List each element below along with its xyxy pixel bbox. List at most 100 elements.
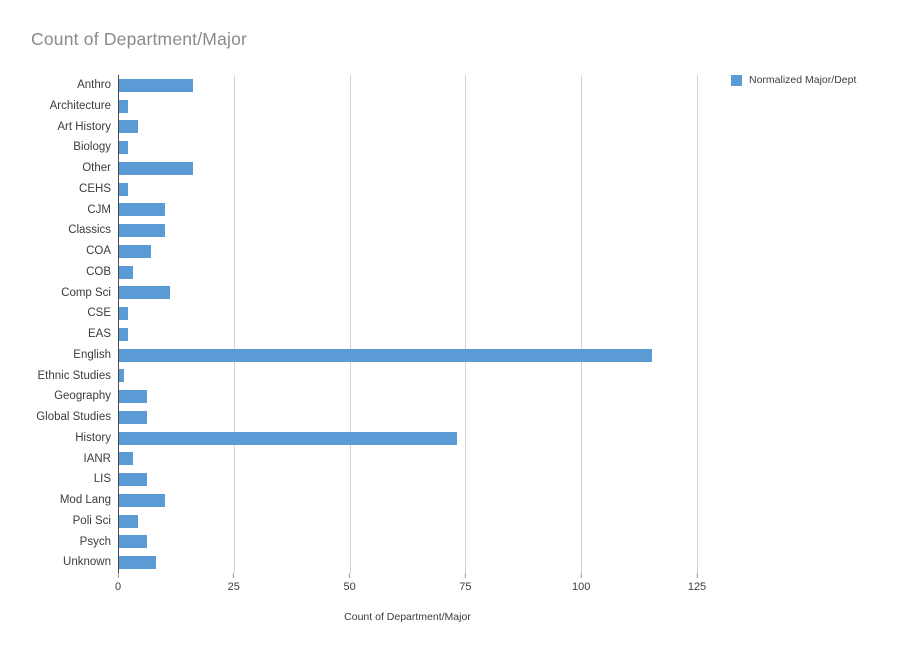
bar-chart-container: Count of Department/Major Normalized Maj… [0, 0, 904, 659]
bar[interactable] [119, 431, 458, 445]
y-axis-line [118, 75, 119, 573]
x-tick-mark [233, 573, 235, 578]
bar[interactable] [119, 473, 147, 487]
x-axis-ticks: 0 25 50 75 100 125 [115, 573, 706, 595]
bar[interactable] [119, 390, 147, 404]
category-label: IANR [83, 452, 111, 465]
bar-row: Comp Sci [61, 283, 697, 304]
bar-row: CJM [87, 200, 697, 221]
bar-row: COB [86, 262, 697, 283]
x-tick: 0 [115, 573, 121, 593]
category-label: Architecture [49, 99, 111, 112]
x-tick-label: 125 [687, 581, 707, 593]
bar-row: COA [86, 241, 697, 262]
x-tick: 50 [343, 573, 356, 593]
category-label: Comp Sci [61, 286, 111, 299]
bar[interactable] [119, 493, 166, 507]
x-tick-mark [117, 573, 119, 578]
category-label: COB [86, 265, 111, 278]
bar[interactable] [119, 535, 147, 549]
x-tick: 125 [688, 573, 706, 593]
category-label: Art History [57, 120, 111, 133]
category-label: CSE [87, 307, 111, 320]
bar[interactable] [119, 452, 133, 466]
bar[interactable] [119, 203, 166, 217]
category-label: LIS [93, 473, 111, 486]
bar[interactable] [119, 348, 652, 362]
bar-row: Global Studies [36, 407, 697, 428]
bar-row: Ethnic Studies [37, 366, 697, 387]
bar[interactable] [119, 265, 133, 279]
bar[interactable] [119, 161, 194, 175]
chart-legend: Normalized Major/Dept [731, 74, 856, 86]
category-label: Other [82, 162, 111, 174]
x-tick: 100 [572, 573, 590, 593]
x-tick: 25 [228, 573, 240, 593]
x-tick-mark [580, 573, 582, 578]
bar-row: CEHS [79, 179, 697, 200]
bar-row: History [75, 428, 697, 449]
category-label: EAS [87, 328, 111, 340]
bar[interactable] [119, 369, 124, 383]
bar[interactable] [119, 514, 138, 528]
legend-swatch-icon [731, 74, 742, 86]
category-label: CEHS [79, 182, 111, 195]
bar[interactable] [119, 78, 194, 92]
category-label: CJM [87, 203, 111, 216]
bar[interactable] [119, 307, 129, 321]
bar-row: Classics [68, 220, 697, 241]
bar[interactable] [119, 120, 138, 134]
bar-row: IANR [84, 449, 697, 470]
category-label: Mod Lang [59, 494, 111, 506]
category-label: Geography [54, 390, 111, 403]
category-label: COA [86, 245, 111, 257]
category-label: Global Studies [36, 411, 111, 423]
bar-row: LIS [94, 469, 697, 490]
x-tick-label: 25 [227, 581, 240, 593]
category-label: Psych [79, 535, 111, 548]
bar[interactable] [119, 286, 170, 300]
category-label: Anthro [77, 79, 111, 91]
bar[interactable] [119, 244, 152, 258]
bar-row: Poli Sci [73, 511, 697, 532]
bar-row: Unknown [63, 552, 697, 573]
bar[interactable] [119, 410, 147, 424]
chart-title: Count of Department/Major [31, 29, 248, 49]
bar-row: Biology [73, 137, 697, 158]
x-tick-mark [464, 573, 466, 578]
x-tick-label: 100 [572, 581, 591, 593]
x-tick: 75 [459, 573, 472, 593]
gridline [697, 75, 698, 573]
category-label: Unknown [63, 556, 111, 569]
x-tick-label: 0 [114, 581, 122, 593]
bar[interactable] [119, 556, 157, 570]
category-label: Biology [73, 141, 111, 154]
category-label: Poli Sci [72, 514, 111, 527]
bar-row: EAS [88, 324, 697, 345]
category-label: Classics [68, 224, 111, 237]
bar-rows: Anthro Architecture Art History Biology Othe… [36, 75, 697, 573]
bar[interactable] [119, 327, 129, 341]
bar-row: Other [82, 158, 697, 179]
bar-row: Architecture [50, 96, 697, 117]
bar-row: Geography [54, 386, 697, 407]
x-tick-mark [349, 573, 351, 578]
bar-row: English [73, 345, 697, 366]
bar[interactable] [119, 224, 166, 238]
bar[interactable] [119, 182, 129, 196]
bar[interactable] [119, 99, 129, 113]
category-label: History [75, 431, 111, 444]
x-tick-label: 75 [459, 581, 472, 593]
bar-row: Art History [57, 117, 697, 138]
bar[interactable] [119, 141, 129, 155]
x-tick-label: 50 [343, 581, 356, 593]
category-label: English [73, 348, 111, 361]
x-axis-title: Count of Department/Major [344, 611, 471, 623]
legend-item-label: Normalized Major/Dept [749, 74, 857, 86]
bar-row: Anthro [77, 75, 697, 96]
bar-row: Psych [80, 532, 697, 553]
bar-row: Mod Lang [60, 490, 697, 511]
bar-row: CSE [87, 303, 697, 324]
category-label: Ethnic Studies [37, 369, 111, 382]
plot-area: Anthro Architecture Art History Biology Othe… [36, 75, 698, 573]
